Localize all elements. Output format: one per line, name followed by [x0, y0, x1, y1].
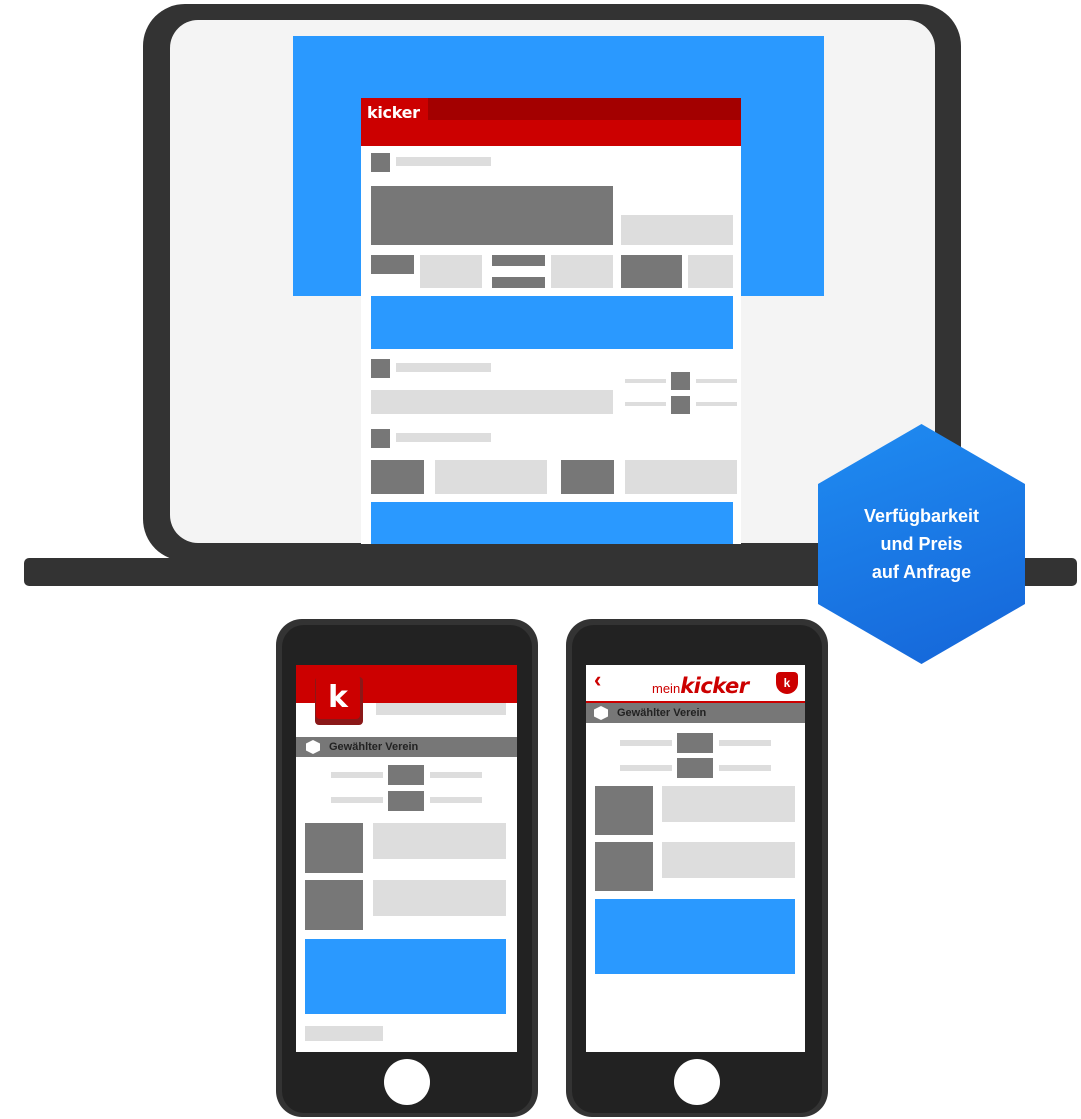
team-name-placeholder [620, 740, 672, 746]
score-box [671, 396, 690, 414]
thumb-light-1 [420, 255, 482, 288]
home-button[interactable] [384, 1059, 430, 1105]
thumb-light-3 [688, 255, 733, 288]
thumb-dark-1 [371, 255, 414, 274]
club-bar[interactable]: Gewählter Verein [296, 737, 517, 757]
section-title-placeholder [396, 157, 491, 166]
team-name-placeholder [430, 772, 482, 778]
team-name-placeholder [719, 740, 771, 746]
score-box [677, 758, 713, 778]
section-icon [371, 359, 390, 378]
article-image-placeholder [561, 460, 614, 494]
team-name-placeholder [696, 402, 737, 406]
title-brand: kicker [680, 674, 749, 698]
badge-line: und Preis [880, 534, 963, 554]
section-title-placeholder [396, 363, 491, 372]
home-button[interactable] [674, 1059, 720, 1105]
hero-image-placeholder[interactable] [371, 186, 613, 245]
phone-right-screen: ‹ meinkicker k Gewählter Verein [586, 665, 805, 1052]
badge-line: auf Anfrage [871, 562, 972, 582]
section-icon [371, 153, 390, 172]
team-name-placeholder [625, 402, 666, 406]
badge-line: Verfügbarkeit [863, 506, 980, 526]
text-bar-placeholder [371, 390, 613, 414]
article-text-placeholder [435, 460, 547, 494]
shield-icon[interactable]: k [776, 672, 798, 694]
kicker-website-page: kicker [361, 98, 741, 544]
ad-banner[interactable] [305, 939, 506, 1014]
team-name-placeholder [719, 765, 771, 771]
section-title-placeholder [396, 433, 491, 442]
header-text-placeholder [376, 703, 506, 715]
app-logo-letter: k [328, 679, 348, 715]
thumb-dark-2a [492, 255, 545, 266]
club-hex-icon [306, 740, 320, 754]
score-box [671, 372, 690, 390]
club-hex-icon [594, 706, 608, 720]
ad-banner[interactable] [371, 296, 733, 349]
title-prefix: mein [652, 681, 681, 696]
article-image-placeholder [305, 880, 363, 930]
team-name-placeholder [331, 797, 383, 803]
team-name-placeholder [331, 772, 383, 778]
club-label: Gewählter Verein [329, 741, 419, 753]
article-text-placeholder [373, 880, 506, 916]
site-header-topbar [428, 98, 741, 120]
thumb-dark-2b [492, 277, 545, 288]
article-text-placeholder [662, 842, 795, 878]
app-logo[interactable]: k [316, 675, 360, 719]
article-image-placeholder [595, 786, 653, 835]
team-name-placeholder [625, 379, 666, 383]
shield-letter: k [783, 676, 791, 690]
article-text-placeholder [662, 786, 795, 822]
article-image-placeholder [371, 460, 424, 494]
footer-text-placeholder [305, 1026, 383, 1041]
ad-banner-bottom[interactable] [371, 502, 733, 544]
article-text-placeholder [373, 823, 506, 859]
phone-left-screen: k Gewählter Verein [296, 665, 517, 1052]
score-box [388, 765, 424, 785]
article-text-placeholder [625, 460, 737, 494]
kicker-logo[interactable]: kicker [367, 103, 420, 122]
chevron-left-icon[interactable]: ‹ [594, 669, 601, 691]
site-header: kicker [361, 98, 741, 146]
team-name-placeholder [696, 379, 737, 383]
hero-text-placeholder [621, 215, 733, 245]
club-label: Gewählter Verein [617, 707, 707, 719]
score-box [677, 733, 713, 753]
ad-banner[interactable] [595, 899, 795, 974]
team-name-placeholder [620, 765, 672, 771]
club-bar[interactable]: Gewählter Verein [586, 703, 805, 723]
thumb-dark-3 [621, 255, 682, 288]
article-image-placeholder [595, 842, 653, 891]
score-box [388, 791, 424, 811]
section-icon [371, 429, 390, 448]
team-name-placeholder [430, 797, 482, 803]
app-title: meinkicker [652, 674, 749, 698]
thumb-light-2 [551, 255, 613, 288]
article-image-placeholder [305, 823, 363, 873]
